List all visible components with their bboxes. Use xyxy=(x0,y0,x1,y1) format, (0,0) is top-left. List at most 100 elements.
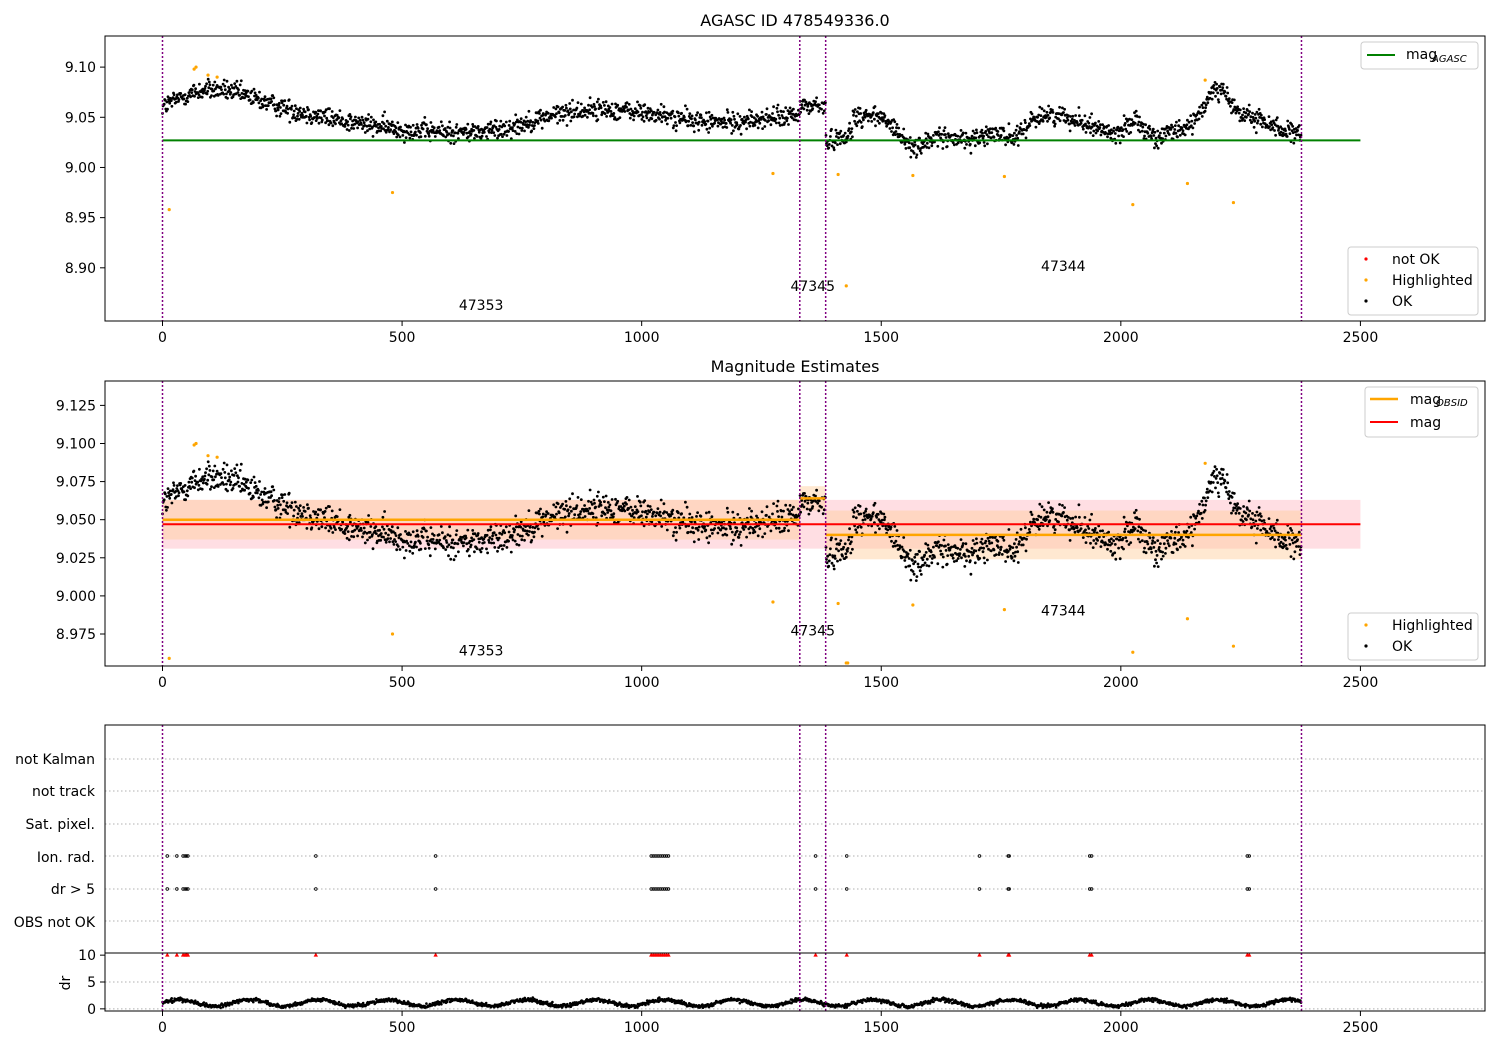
ok-point xyxy=(470,536,473,540)
ok-point xyxy=(165,508,168,512)
ok-point xyxy=(427,134,431,138)
ok-point xyxy=(363,541,367,545)
ok-point xyxy=(1200,499,1204,503)
ok-point xyxy=(343,125,347,128)
ok-point xyxy=(579,102,583,106)
ok-point xyxy=(172,484,176,487)
ok-point xyxy=(394,534,398,537)
ok-point xyxy=(290,506,293,509)
x-tick-label: 1500 xyxy=(863,330,899,346)
ok-point xyxy=(583,515,587,518)
ok-point xyxy=(348,113,352,116)
ok-point xyxy=(744,120,747,124)
ok-point xyxy=(601,495,605,499)
ok-point xyxy=(192,83,196,87)
ok-point xyxy=(616,499,620,503)
ok-point xyxy=(1283,535,1287,539)
ok-point xyxy=(250,89,254,93)
ok-point xyxy=(595,494,599,498)
highlighted-point xyxy=(911,173,915,178)
ok-point xyxy=(894,539,898,543)
ok-point xyxy=(1112,126,1116,130)
ok-point xyxy=(1029,520,1032,524)
ok-point xyxy=(1159,131,1162,135)
ok-point xyxy=(1187,120,1191,124)
ok-point xyxy=(864,507,868,511)
ok-point xyxy=(514,113,518,117)
ok-point xyxy=(228,87,232,91)
ok-point xyxy=(1217,495,1221,498)
ok-point xyxy=(1205,487,1209,491)
ok-point xyxy=(252,101,255,104)
ok-point xyxy=(302,107,305,111)
ok-point xyxy=(745,535,748,539)
ok-point xyxy=(466,528,470,532)
ok-point xyxy=(290,104,294,108)
ok-point xyxy=(492,541,496,545)
ok-point xyxy=(1058,119,1062,123)
ok-point xyxy=(1241,520,1245,523)
ok-point xyxy=(335,515,339,518)
ok-point xyxy=(1166,539,1169,542)
ok-point xyxy=(775,106,779,110)
ok-point xyxy=(940,132,944,136)
ok-point xyxy=(756,126,760,130)
ok-point xyxy=(1200,115,1204,118)
ok-point xyxy=(349,115,353,119)
ok-point xyxy=(946,543,950,546)
ok-point xyxy=(930,144,934,148)
ok-point xyxy=(221,467,225,471)
ok-point xyxy=(1161,550,1164,554)
ok-point xyxy=(527,509,531,512)
ok-point xyxy=(608,106,612,109)
ok-point xyxy=(1254,519,1258,523)
ok-point xyxy=(925,557,929,561)
ok-point xyxy=(732,114,736,118)
ok-point xyxy=(536,119,540,123)
ok-point xyxy=(462,544,465,548)
ok-point xyxy=(431,538,435,541)
ok-point xyxy=(1013,554,1017,558)
ok-point xyxy=(971,129,975,133)
ok-point xyxy=(366,117,370,121)
ok-point xyxy=(1129,541,1133,544)
ok-point xyxy=(1138,517,1141,521)
ok-point xyxy=(1258,512,1262,516)
ok-point xyxy=(612,112,616,115)
ok-point xyxy=(1122,547,1125,551)
ok-point xyxy=(658,111,662,114)
ok-point xyxy=(994,126,998,130)
ok-point xyxy=(958,552,962,556)
ok-point xyxy=(1010,556,1014,559)
ok-point xyxy=(951,553,955,557)
ok-point xyxy=(561,118,565,122)
ok-point xyxy=(832,564,836,568)
ok-point xyxy=(1215,467,1218,471)
ok-point xyxy=(1210,490,1214,494)
ok-point xyxy=(739,544,743,547)
ok-point xyxy=(184,498,188,502)
y-tick-label: 9.00 xyxy=(65,160,96,176)
ok-point xyxy=(999,134,1003,137)
ok-point xyxy=(1241,514,1244,518)
ok-point xyxy=(650,117,654,121)
ok-point xyxy=(464,536,468,540)
ok-point xyxy=(670,112,674,115)
ok-point xyxy=(782,529,786,532)
ok-point xyxy=(1134,109,1138,113)
ok-point xyxy=(616,103,620,107)
ok-point xyxy=(493,134,497,137)
ok-point xyxy=(983,561,987,565)
ok-point xyxy=(1148,536,1152,540)
ok-point xyxy=(688,112,692,115)
ok-point xyxy=(1002,126,1005,130)
ok-point xyxy=(539,507,542,511)
ok-point xyxy=(613,116,617,119)
ok-point xyxy=(777,526,781,530)
ok-point xyxy=(937,130,940,134)
x-tick-label: 1000 xyxy=(624,675,660,691)
ok-point xyxy=(211,469,215,473)
ok-point xyxy=(999,545,1003,549)
ok-point xyxy=(1215,82,1218,86)
ok-point xyxy=(366,129,369,133)
